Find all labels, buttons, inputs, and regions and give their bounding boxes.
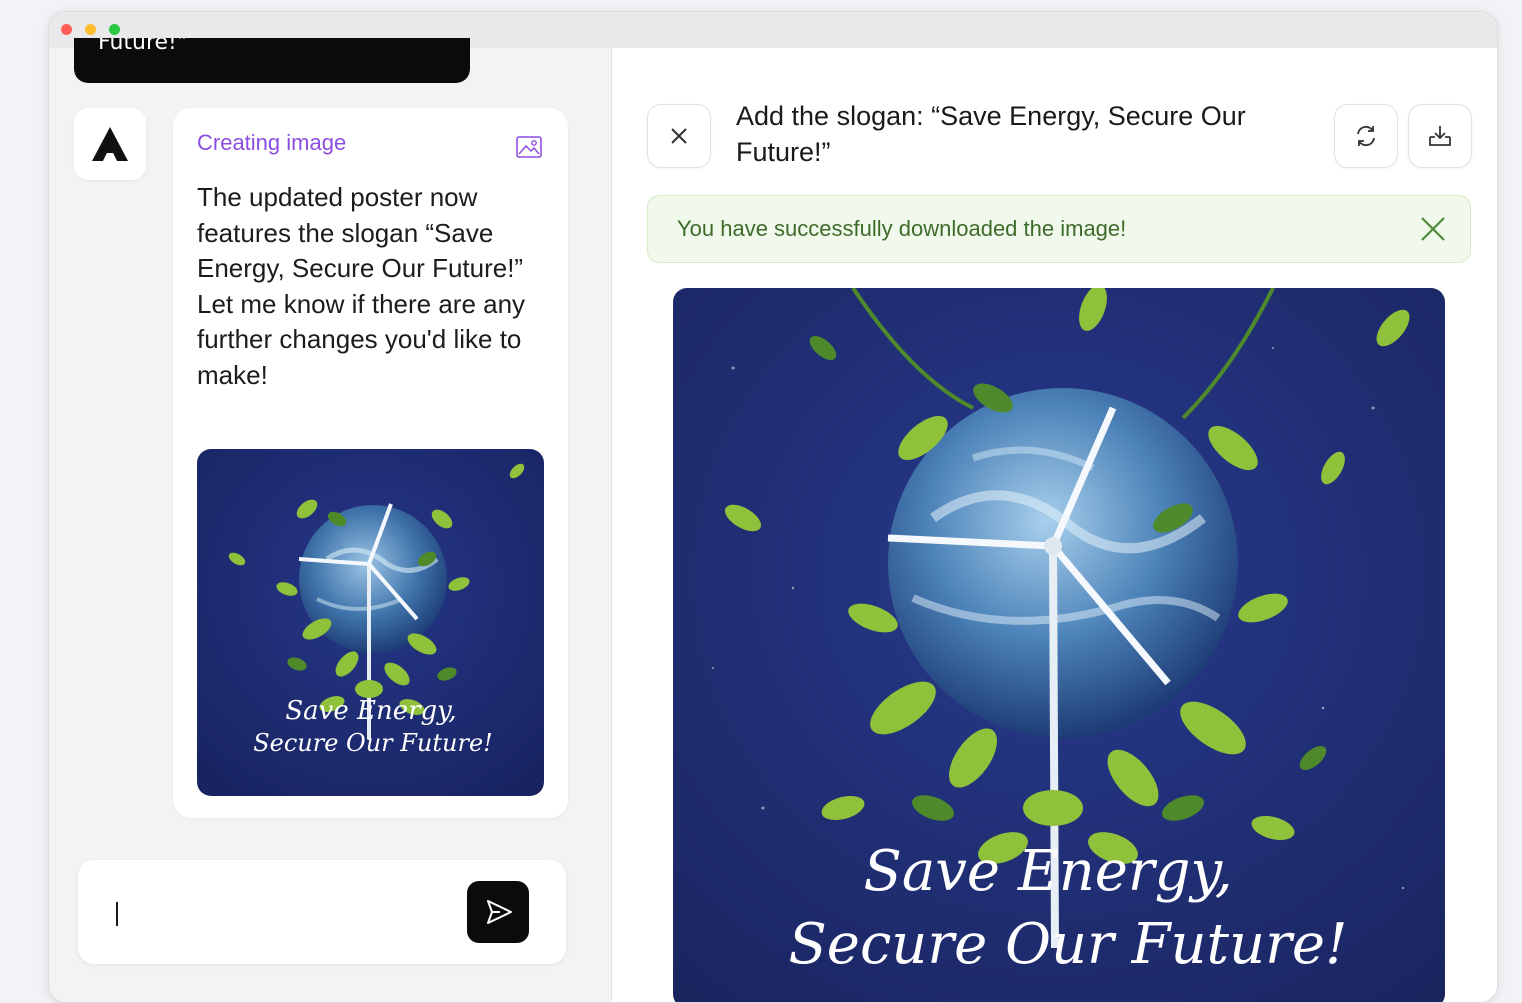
thumbnail-caption-line2: Secure Our Future!	[253, 729, 493, 757]
poster-thumbnail[interactable]: Save Energy, Secure Our Future!	[197, 449, 544, 796]
refresh-icon	[1357, 125, 1375, 147]
send-button[interactable]	[467, 881, 529, 943]
creating-image-label: Creating image	[197, 130, 347, 155]
prompt-title: Add the slogan: “Save Energy, Secure Our…	[736, 101, 1246, 167]
message-body: The updated poster now features the slog…	[197, 182, 526, 390]
assistant-message: Creating image The updated poster now fe…	[173, 108, 568, 818]
close-icon[interactable]	[1418, 214, 1448, 244]
poster-caption-line1: Save Energy,	[863, 839, 1232, 904]
close-preview-button[interactable]	[647, 104, 711, 168]
window-minimize-dot[interactable]	[85, 24, 96, 35]
poster-art: Save Energy, Secure Our Future!	[673, 288, 1445, 1002]
assistant-avatar	[74, 108, 146, 180]
message-composer	[78, 860, 566, 964]
download-success-toast: You have successfully downloaded the ima…	[647, 195, 1471, 263]
app-window: Future!" Creating image The updated post…	[48, 11, 1498, 1003]
thumbnail-caption-line1: Save Energy,	[285, 696, 456, 726]
poster-thumbnail-art: Save Energy, Secure Our Future!	[197, 449, 544, 796]
text-caret	[116, 902, 118, 926]
window-maximize-dot[interactable]	[109, 24, 120, 35]
window-close-dot[interactable]	[61, 24, 72, 35]
poster-caption-line2: Secure Our Future!	[788, 912, 1347, 977]
message-input[interactable]	[122, 890, 456, 936]
toast-message: You have successfully downloaded the ima…	[677, 216, 1127, 241]
preview-panel: Add the slogan: “Save Energy, Secure Our…	[612, 48, 1497, 1002]
regenerate-button[interactable]	[1334, 104, 1398, 168]
previous-user-message: Future!"	[74, 38, 470, 83]
download-icon	[1429, 126, 1451, 146]
assistant-logo-icon	[92, 127, 128, 161]
image-icon[interactable]	[516, 136, 542, 158]
chat-panel: Future!" Creating image The updated post…	[49, 38, 612, 1002]
send-icon	[487, 900, 512, 924]
generated-poster-image: Save Energy, Secure Our Future!	[673, 288, 1445, 1002]
close-icon	[671, 128, 687, 144]
previous-message-text: Future!"	[98, 38, 187, 55]
download-button[interactable]	[1408, 104, 1472, 168]
